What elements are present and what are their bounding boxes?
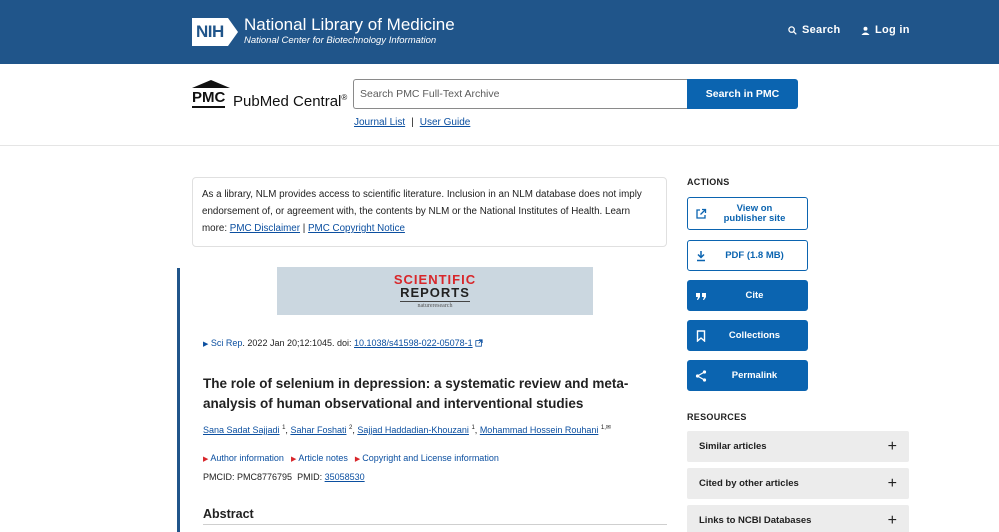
doi-link[interactable]: 10.1038/s41598-022-05078-1 <box>354 338 473 348</box>
author-information-label: Author information <box>210 453 284 463</box>
pmc-logo-name: PubMed Central® <box>233 90 347 110</box>
nih-logo[interactable]: NIH <box>192 17 240 47</box>
abstract-heading: Abstract <box>203 507 254 521</box>
author-link[interactable]: Sana Sadat Sajjadi <box>203 425 280 435</box>
header-search-button[interactable]: Search <box>788 24 841 36</box>
nih-logo-text: NIH <box>192 18 228 46</box>
collections-label: Collections <box>728 329 781 341</box>
plus-icon: + <box>887 437 897 455</box>
user-guide-link[interactable]: User Guide <box>420 117 471 128</box>
actions-heading: ACTIONS <box>687 177 730 187</box>
pmc-disclaimer-link[interactable]: PMC Disclaimer <box>230 223 300 234</box>
cite-button[interactable]: Cite <box>687 280 808 311</box>
bookmark-icon <box>688 329 714 342</box>
journal-list-link[interactable]: Journal List <box>354 117 405 128</box>
author-affil[interactable]: 1,✉ <box>601 425 611 431</box>
copyright-toggle[interactable]: ▶ Copyright and License information <box>355 453 499 463</box>
share-icon <box>688 369 714 382</box>
disclaimer-text: As a library, NLM provides access to sci… <box>202 189 642 217</box>
ncbi-links-label: Links to NCBI Databases <box>699 515 812 526</box>
collections-button[interactable]: Collections <box>687 320 808 351</box>
pmc-copyright-link[interactable]: PMC Copyright Notice <box>308 223 405 234</box>
similar-articles-toggle[interactable]: Similar articles + <box>687 431 909 462</box>
abstract-divider <box>203 524 667 525</box>
nlm-title[interactable]: National Library of Medicine National Ce… <box>244 15 455 46</box>
caret-right-icon: ▶ <box>290 456 297 463</box>
login-label: Log in <box>875 24 910 36</box>
pmc-search-input[interactable] <box>353 79 687 109</box>
pdf-download-button[interactable]: PDF (1.8 MB) <box>687 240 808 271</box>
ncbi-links-toggle[interactable]: Links to NCBI Databases + <box>687 505 909 532</box>
caret-right-icon: ▶ <box>203 456 209 463</box>
article-meta-links: ▶ Author information ▶ Article notes ▶ Copy… <box>203 453 499 463</box>
link-separator: | <box>411 117 414 128</box>
ncbi-name: National Center for Biotechnology Inform… <box>244 35 437 46</box>
pmid-link[interactable]: 35058530 <box>325 472 365 482</box>
permalink-label: Permalink <box>731 369 778 381</box>
caret-right-icon: ▶ <box>354 456 361 463</box>
author-link[interactable]: Mohammad Hossein Rouhani <box>480 425 599 435</box>
nlm-name: National Library of Medicine <box>244 15 455 34</box>
search-in-pmc-button[interactable]: Search in PMC <box>687 79 798 109</box>
login-button[interactable]: Log in <box>861 24 910 36</box>
article-notes-label: Article notes <box>298 453 348 463</box>
user-icon <box>861 26 870 35</box>
resources-heading: RESOURCES <box>687 412 747 422</box>
banner-line-1: SCIENTIFIC <box>393 271 477 287</box>
banner-line-2: REPORTS <box>400 284 470 302</box>
author-list: Sana Sadat Sajjadi 1, Sahar Foshati 2, S… <box>203 425 611 435</box>
disclaimer-separator: | <box>302 223 306 234</box>
header-divider <box>0 145 999 146</box>
plus-icon: + <box>887 474 897 492</box>
view-publisher-label: View on publisher site <box>723 202 786 224</box>
header-search-label: Search <box>802 24 841 36</box>
similar-articles-label: Similar articles <box>699 441 767 452</box>
cited-by-label: Cited by other articles <box>699 478 799 489</box>
article-citation: ▶ Sci Rep. 2022 Jan 20;12:1045. doi: 10.… <box>203 338 483 348</box>
article-ids: PMCID: PMC8776795 PMID: 35058530 <box>203 472 365 482</box>
quote-icon <box>688 291 714 301</box>
author-affil[interactable]: 1 <box>282 425 285 431</box>
plus-icon: + <box>887 511 897 529</box>
nih-logo-arrow <box>227 18 238 46</box>
view-publisher-button[interactable]: View on publisher site <box>687 197 808 230</box>
external-link-icon <box>475 339 483 347</box>
cited-by-toggle[interactable]: Cited by other articles + <box>687 468 909 499</box>
author-affil[interactable]: 2 <box>349 425 352 431</box>
author-link[interactable]: Sahar Foshati <box>290 425 346 435</box>
registered-mark: ® <box>341 93 348 102</box>
pmc-sub-links: Journal List | User Guide <box>354 117 470 128</box>
caret-right-icon[interactable]: ▶ <box>203 341 208 348</box>
nlm-disclaimer: As a library, NLM provides access to sci… <box>192 177 667 247</box>
pmc-logo-roof <box>192 80 230 88</box>
download-icon <box>688 250 714 262</box>
pmc-logo[interactable]: PMC PubMed Central® <box>192 80 347 110</box>
pmc-logo-abbr: PMC <box>192 89 226 108</box>
article-side-rule <box>177 268 180 532</box>
search-icon <box>788 25 797 35</box>
author-link[interactable]: Sajjad Haddadian-Khouzani <box>357 425 469 435</box>
journal-link[interactable]: Sci Rep <box>211 338 243 348</box>
pmid-label: PMID: <box>297 472 323 482</box>
article-title: The role of selenium in depression: a sy… <box>203 376 629 411</box>
pmc-logo-name-text: PubMed Central <box>233 93 342 110</box>
permalink-button[interactable]: Permalink <box>687 360 808 391</box>
pdf-label: PDF (1.8 MB) <box>725 249 784 261</box>
author-information-toggle[interactable]: ▶ Author information <box>203 453 284 463</box>
external-link-icon <box>688 208 714 220</box>
nih-header: NIH National Library of Medicine Nationa… <box>0 0 999 64</box>
pmcid: PMCID: PMC8776795 <box>203 472 293 482</box>
article-notes-toggle[interactable]: ▶ Article notes <box>291 453 348 463</box>
cite-label: Cite <box>745 289 764 301</box>
copyright-label: Copyright and License information <box>362 453 499 463</box>
citation-text: . 2022 Jan 20;12:1045. doi: <box>242 338 355 348</box>
banner-line-3: natureresearch <box>417 302 453 309</box>
journal-banner[interactable]: SCIENTIFIC REPORTS natureresearch <box>277 267 593 315</box>
author-affil[interactable]: 1 <box>471 425 474 431</box>
